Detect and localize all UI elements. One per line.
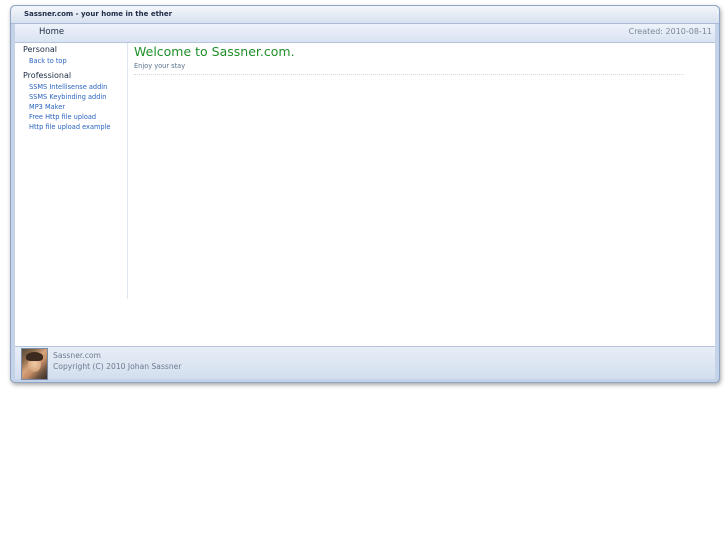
sidebar-link-mp3-maker[interactable]: MP3 Maker: [29, 102, 110, 112]
sidebar-link-free-http-upload[interactable]: Free Http file upload: [29, 112, 110, 122]
sidebar: Personal Back to top Professional SSMS I…: [15, 43, 128, 299]
nav-home-link[interactable]: Home: [39, 27, 64, 37]
sidebar-professional-links: SSMS Intellisense addin SSMS Keybinding …: [29, 82, 110, 132]
content-divider: [134, 74, 684, 75]
sidebar-heading-professional: Professional: [23, 71, 72, 80]
page-body: Personal Back to top Professional SSMS I…: [15, 43, 715, 346]
nav-bar: Home Created: 2010-08-11: [15, 24, 715, 43]
sidebar-link-http-upload-example[interactable]: Http file upload example: [29, 122, 110, 132]
sidebar-heading-personal: Personal: [23, 45, 58, 54]
browser-window: Sassner.com - your home in the ether Hom…: [10, 5, 720, 383]
footer: Sassner.com Copyright (C) 2010 Johan Sas…: [15, 346, 715, 380]
page-subtitle: Enjoy your stay: [134, 62, 186, 70]
created-date: Created: 2010-08-11: [628, 27, 712, 36]
window-title: Sassner.com - your home in the ether: [24, 10, 173, 18]
page-title: Welcome to Sassner.com.: [134, 44, 295, 59]
sidebar-link-back-to-top[interactable]: Back to top: [29, 56, 67, 66]
avatar-hair: [26, 352, 43, 361]
footer-site-name: Sassner.com: [53, 351, 101, 360]
avatar: [21, 348, 48, 380]
footer-copyright: Copyright (C) 2010 Johan Sassner: [53, 362, 182, 371]
sidebar-link-ssms-keybinding[interactable]: SSMS Keybinding addin: [29, 92, 110, 102]
title-bar: Sassner.com - your home in the ether: [11, 6, 719, 24]
sidebar-personal-links: Back to top: [29, 56, 67, 66]
sidebar-link-ssms-intellisense[interactable]: SSMS Intellisense addin: [29, 82, 110, 92]
